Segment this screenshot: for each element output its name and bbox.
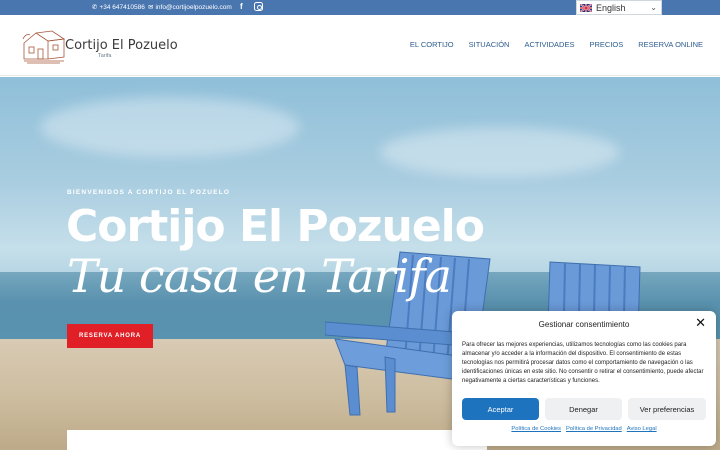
mail-icon: ✉ [148,4,154,11]
consent-text: Para ofrecer las mejores experiencias, u… [462,342,704,384]
preferences-button[interactable]: Ver preferencias [628,398,706,420]
content-card-edge [67,430,487,450]
hero-title: Cortijo El Pozuelo [66,201,485,252]
privacy-policy-link[interactable]: Política de Privacidad [566,426,622,432]
uk-flag-icon [580,3,592,12]
accept-button[interactable]: Aceptar [462,398,539,420]
reserve-now-button[interactable]: RESERVA AHORA [67,324,153,348]
cortijo-logo-icon[interactable] [22,27,66,65]
hero-subtitle: Tu casa en Tarifa [67,249,452,303]
cloud-decoration [380,127,620,177]
nav-reserva-online[interactable]: RESERVA ONLINE [638,40,703,49]
language-label: English [596,2,626,13]
nav-situacion[interactable]: SITUACIÓN [469,40,510,49]
cloud-decoration [40,97,300,157]
nav-precios[interactable]: PRECIOS [589,40,623,49]
consent-title: Gestionar consentimiento [538,320,630,329]
instagram-icon[interactable] [254,2,263,11]
email-address: info@cortijoelpozuelo.com [155,3,232,11]
close-icon[interactable]: ✕ [695,316,706,329]
main-nav: EL CORTIJO SITUACIÓN ACTIVIDADES PRECIOS… [410,40,703,49]
cookie-consent-dialog: Gestionar consentimiento ✕ Para ofrecer … [452,311,716,446]
site-subtitle: Tarifa [98,53,112,59]
site-title[interactable]: Cortijo El Pozuelo [65,38,178,53]
cookie-policy-link[interactable]: Política de Cookies [511,426,561,432]
chevron-down-icon: ⌄ [650,3,657,12]
facebook-icon[interactable]: f [240,2,243,11]
nav-actividades[interactable]: ACTIVIDADES [524,40,574,49]
phone-number: +34 647410586 [99,3,145,11]
nav-el-cortijo[interactable]: EL CORTIJO [410,40,454,49]
phone-contact[interactable]: ✆ +34 647410586 [92,3,145,12]
consent-links: Política de Cookies Política de Privacid… [452,426,716,432]
deny-button[interactable]: Denegar [545,398,622,420]
language-selector[interactable]: English ⌄ [576,0,662,15]
site-header: Cortijo El Pozuelo Tarifa EL CORTIJO SIT… [0,15,720,76]
legal-notice-link[interactable]: Aviso Legal [627,426,657,432]
email-contact[interactable]: ✉ info@cortijoelpozuelo.com [148,3,232,12]
phone-icon: ✆ [92,4,98,11]
hero-welcome: BIENVENIDOS A CORTIJO EL POZUELO [67,189,231,196]
